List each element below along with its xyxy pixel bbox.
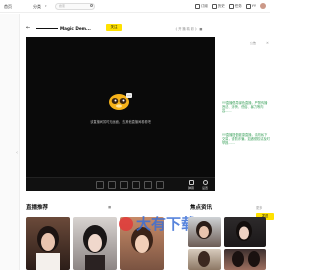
room-extra-link[interactable]: 《 开 播 精 彩 》 ■ [174, 26, 202, 31]
search-icon[interactable] [90, 4, 93, 7]
yy-mascot-icon [109, 93, 132, 110]
yy-label: YY [251, 4, 256, 8]
settings-label: 设置 [201, 186, 208, 190]
site-watermark-logo: 大有下载 [119, 215, 196, 233]
subscribe-icon [194, 3, 200, 9]
yy-button[interactable]: YY [245, 3, 256, 9]
room-title: Magic Dem... [60, 26, 91, 31]
gift-slot[interactable] [156, 181, 164, 189]
history-icon [211, 3, 217, 9]
danmaku-icon [188, 180, 194, 185]
news-card[interactable] [188, 249, 221, 270]
back-arrow-icon[interactable]: ← [26, 25, 30, 31]
room-header: ← Magic Dem... 关注 《 开 播 精 彩 》 ■ [26, 22, 216, 34]
task-icon [228, 3, 234, 9]
left-sidebar: ‹ [0, 14, 20, 270]
streamer-photo [36, 226, 60, 270]
history-button[interactable]: 历史 [211, 3, 225, 9]
history-label: 历史 [217, 3, 225, 8]
title-underline [36, 28, 58, 29]
chat-panel: 公告 ✕ YY直播倡导绿色直播，严禁传播违法、涉黄、低俗、暴力等内容…… YY直… [220, 37, 274, 220]
chat-message: YY直播倡导绿色直播，严禁传播违法、涉黄、低俗、暴力等内容…… [222, 101, 268, 114]
settings-button[interactable]: 设置 [200, 180, 210, 190]
gift-slot[interactable] [96, 181, 104, 189]
gift-slot[interactable] [144, 181, 152, 189]
settings-icon [202, 180, 208, 185]
nav-home[interactable]: 首页 [4, 4, 12, 10]
gift-slot[interactable] [132, 181, 140, 189]
chevron-down-icon[interactable]: ▾ [45, 4, 47, 8]
player-message: 该直播间暂时无画面，去其他直播间看看吧 [90, 120, 151, 124]
svg-text:大有下载: 大有下载 [136, 215, 196, 233]
live-section-title: 直播推荐 [26, 205, 49, 211]
news-card[interactable] [188, 217, 221, 247]
live-section-more[interactable]: ■ [108, 205, 111, 209]
news-photo [196, 221, 212, 239]
subscribe-button[interactable]: 订阅 [194, 3, 208, 9]
close-icon[interactable]: ✕ [266, 41, 269, 45]
nav-category[interactable]: 分类 [33, 4, 41, 10]
live-card[interactable] [73, 217, 117, 270]
player-controls: 弹幕 设置 [26, 177, 215, 191]
danmaku-label: 弹幕 [187, 186, 194, 190]
yy-icon [245, 3, 251, 9]
user-avatar[interactable] [260, 3, 266, 9]
task-label: 任务 [234, 3, 242, 8]
gift-slot[interactable] [108, 181, 116, 189]
gift-slot[interactable] [120, 181, 128, 189]
chat-message: YY直播提倡健康直播，请勿私下交易，谨防诈骗，如遇侵权请及时举报…… [222, 133, 270, 146]
danmaku-button[interactable]: 弹幕 [186, 180, 196, 190]
news-photo [198, 251, 210, 267]
subscribe-label: 订阅 [200, 3, 208, 8]
top-right-icons: 订阅 历史 任务 YY [194, 3, 266, 9]
streamer-photo [83, 225, 107, 270]
chat-header: 公告 [250, 41, 257, 45]
news-section-more[interactable]: 更多 [256, 205, 262, 210]
top-bar: 首页 分类 ▾ 搜索 订阅 历史 任务 YY [0, 0, 270, 13]
task-button[interactable]: 任务 [228, 3, 242, 9]
follow-button[interactable]: 关注 [106, 24, 122, 31]
news-section-title: 焦点资讯 [190, 205, 213, 211]
news-photo [236, 221, 252, 241]
avatar [260, 3, 266, 9]
video-player[interactable]: 该直播间暂时无画面，去其他直播间看看吧 [26, 37, 215, 177]
news-card[interactable] [224, 217, 266, 247]
chevron-left-icon[interactable]: ‹ [16, 150, 19, 156]
search-input[interactable]: 搜索 [55, 3, 95, 10]
news-card[interactable] [224, 249, 266, 270]
live-card[interactable] [26, 217, 70, 270]
news-photo [232, 251, 260, 267]
